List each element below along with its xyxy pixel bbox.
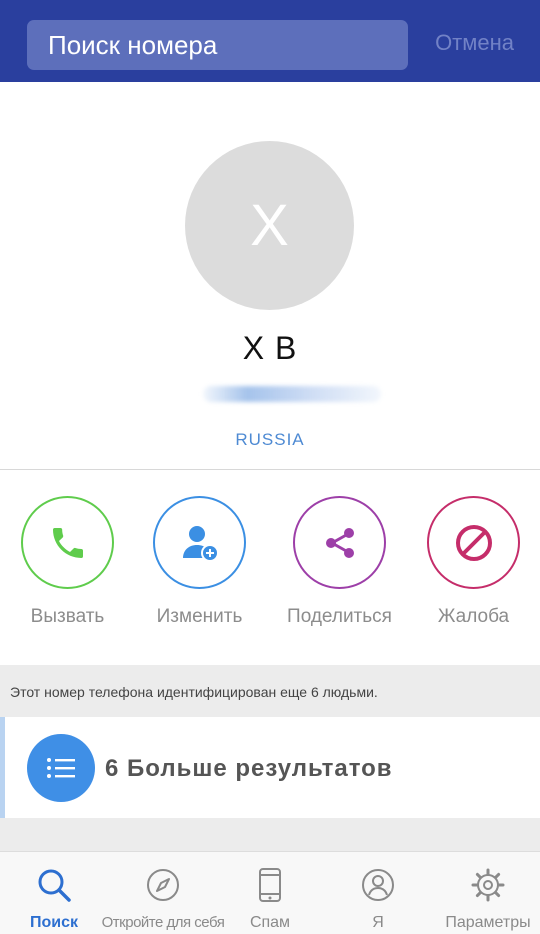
phone-device-icon [251, 866, 289, 904]
tab-me-label: Я [372, 914, 384, 931]
profile-icon [359, 866, 397, 904]
edit-action[interactable]: Изменить [132, 496, 267, 636]
tab-settings-label: Параметры [445, 914, 531, 931]
edit-button[interactable] [153, 496, 246, 589]
contact-country: RUSSIA [235, 430, 305, 449]
more-results-button[interactable]: 6 Больше результатов [0, 717, 540, 818]
compass-icon [144, 866, 182, 904]
phone-number-blurred [203, 386, 381, 402]
phone-icon [52, 527, 83, 558]
report-action[interactable]: Жалоба [406, 496, 540, 636]
call-button[interactable] [21, 496, 114, 589]
search-icon [35, 866, 73, 904]
share-button[interactable] [293, 496, 386, 589]
spacer [0, 818, 540, 851]
tab-discover-label: Откройте для себя [101, 914, 225, 931]
identified-info: Этот номер телефона идентифицирован еще … [0, 665, 540, 717]
report-button[interactable] [427, 496, 520, 589]
add-contact-icon [182, 525, 219, 562]
tab-bar: Поиск Откройте для себя Спам Я Параметры [0, 851, 540, 934]
tab-me[interactable]: Я [340, 852, 416, 934]
share-label: Поделиться [287, 606, 392, 627]
tab-settings[interactable]: Параметры [436, 852, 540, 934]
search-input[interactable] [27, 20, 408, 70]
report-label: Жалоба [437, 606, 510, 627]
avatar: X [185, 141, 354, 310]
edit-label: Изменить [156, 606, 243, 627]
share-action[interactable]: Поделиться [272, 496, 407, 636]
more-results-label: 6 Больше результатов [105, 755, 393, 782]
tab-search-label: Поиск [29, 914, 78, 931]
search-field[interactable] [27, 20, 408, 70]
call-label: Вызвать [30, 606, 105, 627]
avatar-initial: X [250, 193, 289, 258]
tab-spam[interactable]: Спам [232, 852, 308, 934]
top-bar: Отмена [0, 0, 540, 82]
contact-name: X B [242, 330, 298, 366]
share-icon [325, 527, 354, 558]
tab-spam-label: Спам [249, 914, 291, 931]
identified-text: Этот номер телефона идентифицирован еще … [10, 684, 378, 700]
tab-search[interactable]: Поиск [14, 852, 94, 934]
block-icon [455, 524, 492, 561]
tab-discover[interactable]: Откройте для себя [96, 852, 230, 934]
call-action[interactable]: Вызвать [0, 496, 135, 636]
list-icon [27, 734, 95, 802]
divider [0, 469, 540, 470]
cancel-button[interactable]: Отмена [435, 30, 514, 56]
gear-icon [469, 866, 507, 904]
